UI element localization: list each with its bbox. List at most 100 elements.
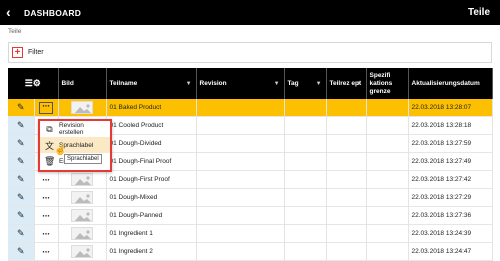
- spec-cell: [366, 152, 409, 171]
- part-name: 01 Dough-First Proof: [106, 170, 197, 189]
- table-row[interactable]: ✎ ··· 01 Ingredient 2 22.03.2018 13:24:4…: [8, 242, 493, 261]
- edit-icon[interactable]: ✎: [8, 224, 35, 243]
- table-row[interactable]: ✎ ··· 01 Ingredient 1 22.03.2018 13:24:3…: [8, 224, 493, 243]
- edit-icon[interactable]: ✎: [8, 242, 35, 261]
- revision-cell: [196, 134, 285, 153]
- menu-item-label: Revision erstellen: [58, 122, 84, 136]
- app-title[interactable]: DASHBOARD: [24, 8, 81, 18]
- revision-cell: [196, 206, 285, 225]
- col-teilrezept[interactable]: Teilrez ept ▼: [326, 68, 367, 99]
- table-row[interactable]: ✎ ··· 01 Baked Product 22.03.2018 13:28:…: [8, 99, 493, 117]
- add-filter-icon[interactable]: +: [12, 47, 23, 58]
- more-actions-button[interactable]: ···: [34, 99, 59, 117]
- tooltip: Sprachlabel: [64, 154, 102, 164]
- image-cell: [58, 170, 107, 189]
- image-cell: [58, 206, 107, 225]
- col-bild[interactable]: Bild: [58, 68, 107, 99]
- recipe-cell: [326, 224, 367, 243]
- image-placeholder-icon: [71, 173, 94, 186]
- update-date: 22.03.2018 13:27:36: [408, 206, 493, 225]
- edit-icon[interactable]: ✎: [8, 116, 35, 135]
- more-actions-button[interactable]: ···: [34, 170, 59, 189]
- part-name: 01 Dough-Panned: [106, 206, 197, 225]
- update-date: 22.03.2018 13:28:07: [408, 99, 493, 117]
- spec-cell: [366, 206, 409, 225]
- recipe-cell: [326, 206, 367, 225]
- tag-cell: [284, 134, 327, 153]
- table-header: ☰⚙ Bild Teilname ▼ Revision ▼ Tag ▼ Teilrez…: [8, 68, 493, 99]
- image-cell: [58, 188, 107, 207]
- image-placeholder-icon: [71, 191, 94, 204]
- image-cell: [58, 224, 107, 243]
- edit-icon[interactable]: ✎: [8, 206, 35, 225]
- recipe-cell: [326, 134, 367, 153]
- context-menu: ⧉ Revision erstellen 文 Sprachlabel 🗑 Ent…: [38, 119, 112, 172]
- edit-icon[interactable]: ✎: [8, 134, 35, 153]
- tag-cell: [284, 188, 327, 207]
- update-date: 22.03.2018 13:28:18: [408, 116, 493, 135]
- col-tag[interactable]: Tag ▼: [284, 68, 327, 99]
- revision-cell: [196, 242, 285, 261]
- filter-bar[interactable]: + Filter: [8, 42, 492, 63]
- update-date: 22.03.2018 13:27:29: [408, 188, 493, 207]
- part-name: 01 Ingredient 2: [106, 242, 197, 261]
- edit-icon[interactable]: ✎: [8, 152, 35, 171]
- top-bar: ‹ DASHBOARD Teile: [0, 0, 500, 25]
- update-date: 22.03.2018 13:24:47: [408, 242, 493, 261]
- recipe-cell: [326, 170, 367, 189]
- edit-icon[interactable]: ✎: [8, 170, 35, 189]
- sort-icon[interactable]: ▼: [316, 80, 322, 88]
- revision-cell: [196, 152, 285, 171]
- back-icon[interactable]: ‹: [6, 0, 20, 25]
- image-placeholder-icon: [71, 101, 94, 114]
- menu-item-sprachlabel[interactable]: 文 Sprachlabel: [40, 137, 110, 153]
- more-actions-button[interactable]: ···: [34, 242, 59, 261]
- menu-item-revision-erstellen[interactable]: ⧉ Revision erstellen: [40, 121, 110, 137]
- revision-cell: [196, 99, 285, 117]
- image-cell: [58, 99, 107, 117]
- recipe-cell: [326, 152, 367, 171]
- update-date: 22.03.2018 13:27:42: [408, 170, 493, 189]
- revision-cell: [196, 116, 285, 135]
- part-name: 01 Dough-Final Proof: [106, 152, 197, 171]
- edit-icon[interactable]: ✎: [8, 188, 35, 207]
- more-actions-button[interactable]: ···: [34, 206, 59, 225]
- tag-cell: [284, 99, 327, 117]
- table-row[interactable]: ✎ ··· 01 Dough-First Proof 22.03.2018 13…: [8, 170, 493, 189]
- sort-icon[interactable]: ▼: [356, 80, 362, 88]
- col-revision[interactable]: Revision ▼: [196, 68, 285, 99]
- part-name: 01 Dough-Mixed: [106, 188, 197, 207]
- sort-icon[interactable]: ▼: [186, 80, 192, 88]
- image-placeholder-icon: [71, 209, 94, 222]
- spec-cell: [366, 170, 409, 189]
- more-actions-button[interactable]: ···: [34, 224, 59, 243]
- table-row[interactable]: ✎ ··· 01 Dough-Panned 22.03.2018 13:27:3…: [8, 206, 493, 225]
- table-row[interactable]: ✎ ··· 01 Dough-Mixed 22.03.2018 13:27:29: [8, 188, 493, 207]
- breadcrumb[interactable]: Teile: [8, 28, 21, 35]
- trash-icon: 🗑: [44, 155, 56, 166]
- col-aktualisierungsdatum[interactable]: Aktualisierungsdatum: [408, 68, 493, 99]
- recipe-cell: [326, 188, 367, 207]
- col-spezifikationsgrenze[interactable]: Spezifi kations grenze: [366, 68, 409, 99]
- part-name: 01 Dough-Divided: [106, 134, 197, 153]
- list-settings-icon[interactable]: ☰⚙: [25, 78, 41, 88]
- col-teilname[interactable]: Teilname ▼: [106, 68, 197, 99]
- image-placeholder-icon: [71, 227, 94, 240]
- filter-label[interactable]: Filter: [28, 49, 44, 56]
- sort-icon[interactable]: ▼: [274, 80, 280, 88]
- tag-cell: [284, 242, 327, 261]
- recipe-cell: [326, 116, 367, 135]
- update-date: 22.03.2018 13:27:59: [408, 134, 493, 153]
- part-name: 01 Cooled Product: [106, 116, 197, 135]
- revision-cell: [196, 170, 285, 189]
- spec-cell: [366, 116, 409, 135]
- revision-cell: [196, 224, 285, 243]
- spec-cell: [366, 242, 409, 261]
- more-actions-button[interactable]: ···: [34, 188, 59, 207]
- update-date: 22.03.2018 13:24:39: [408, 224, 493, 243]
- edit-icon[interactable]: ✎: [8, 99, 35, 117]
- recipe-cell: [326, 99, 367, 117]
- column-settings[interactable]: ☰⚙: [8, 68, 59, 99]
- revision-cell: [196, 188, 285, 207]
- revision-icon: ⧉: [46, 123, 53, 134]
